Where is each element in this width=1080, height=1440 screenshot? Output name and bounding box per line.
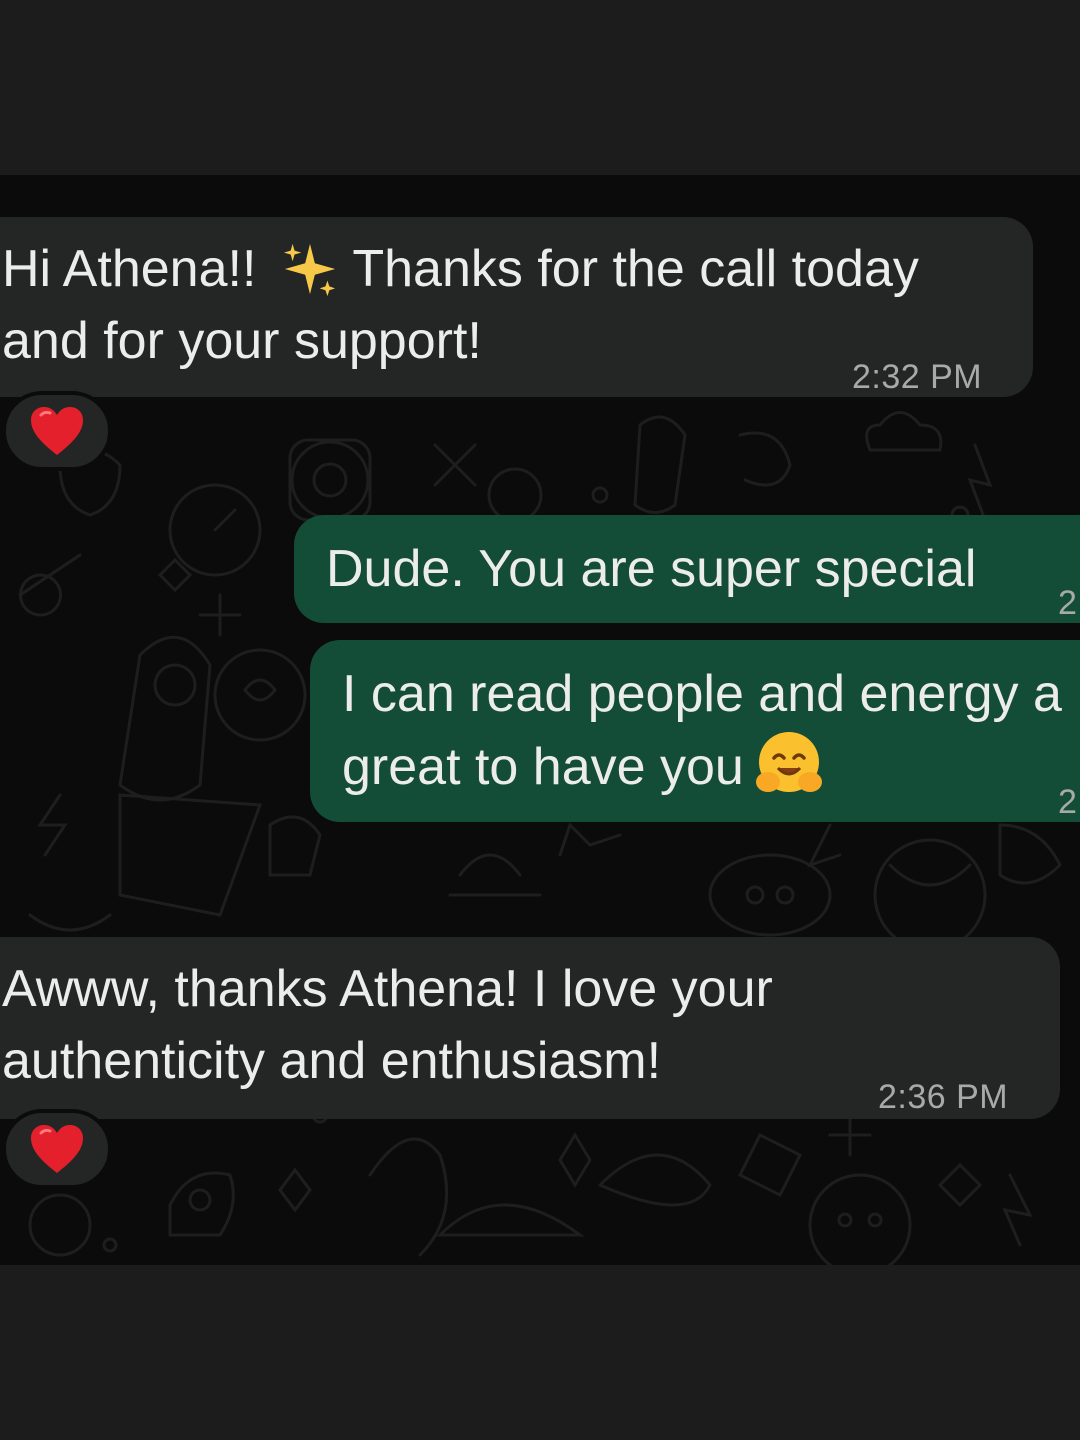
red-heart-icon	[31, 407, 83, 455]
message-text-line: Awww, thanks Athena! I love your	[2, 960, 773, 1018]
message-timestamp: 2	[1058, 783, 1078, 821]
chat-area[interactable]: Hi Athena!! Thanks for the call today an…	[0, 175, 1080, 1265]
hugging-face-icon	[755, 732, 822, 792]
message-text: Hi Athena!!	[2, 240, 271, 298]
red-heart-icon	[31, 1125, 83, 1173]
screenshot-frame: Hi Athena!! Thanks for the call today an…	[0, 0, 1080, 1440]
message-timestamp: 2:36 PM	[878, 1078, 1009, 1116]
message-bubble-incoming[interactable]: Hi Athena!! Thanks for the call today an…	[0, 217, 1033, 397]
message-bubble-outgoing[interactable]: I can read people and energy a great to …	[310, 640, 1080, 822]
message-text-line: I can read people and energy a	[342, 665, 1062, 723]
bottom-letterbox	[0, 1265, 1080, 1440]
message-timestamp: 2	[1058, 584, 1078, 622]
message-text: Dude. You are super special	[326, 540, 977, 598]
message-bubble-outgoing[interactable]: Dude. You are super special 2	[294, 515, 1080, 623]
reaction-badge[interactable]	[2, 391, 112, 471]
message-text: great to have you	[342, 738, 744, 796]
sparkles-icon	[283, 243, 335, 297]
message-bubble-incoming[interactable]: Awww, thanks Athena! I love your authent…	[0, 937, 1060, 1119]
reaction-badge[interactable]	[2, 1109, 112, 1189]
message-text: Thanks for the call today	[338, 240, 919, 298]
message-timestamp: 2:32 PM	[852, 358, 983, 396]
message-text-line: great to have you	[342, 730, 1080, 803]
message-text-line: Hi Athena!! Thanks for the call today	[2, 233, 1033, 305]
top-letterbox	[0, 0, 1080, 175]
